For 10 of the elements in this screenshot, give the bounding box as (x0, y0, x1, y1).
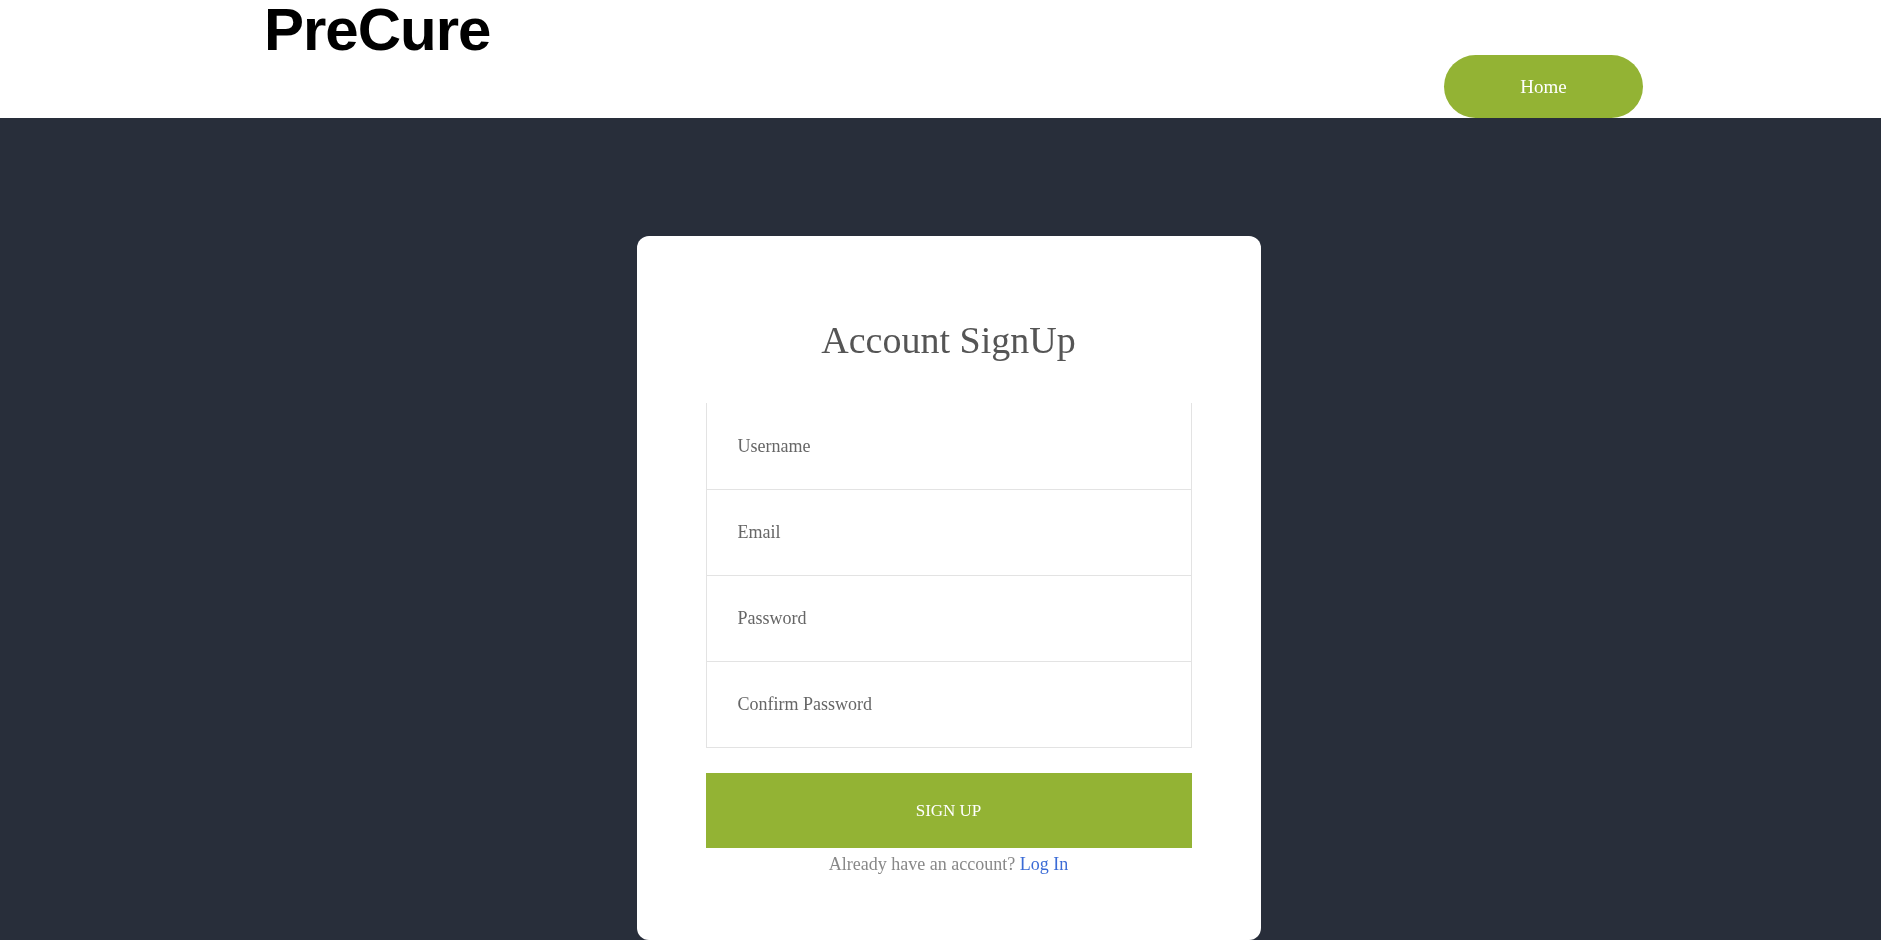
input-field[interactable]: Email (705, 489, 1192, 576)
input-field[interactable]: Confirm Password (705, 661, 1192, 748)
site-logo: PreCure (264, 2, 491, 58)
home-button[interactable]: Home (1444, 55, 1643, 118)
form-title: Account SignUp (820, 318, 1077, 363)
signup-button[interactable]: SIGN UP (705, 773, 1192, 848)
input-field[interactable]: Username (705, 403, 1192, 490)
login-link[interactable]: Log In (1019, 854, 1069, 874)
login-prompt: Already have an account? Log In (827, 853, 1070, 875)
input-field[interactable]: Password (705, 575, 1192, 662)
